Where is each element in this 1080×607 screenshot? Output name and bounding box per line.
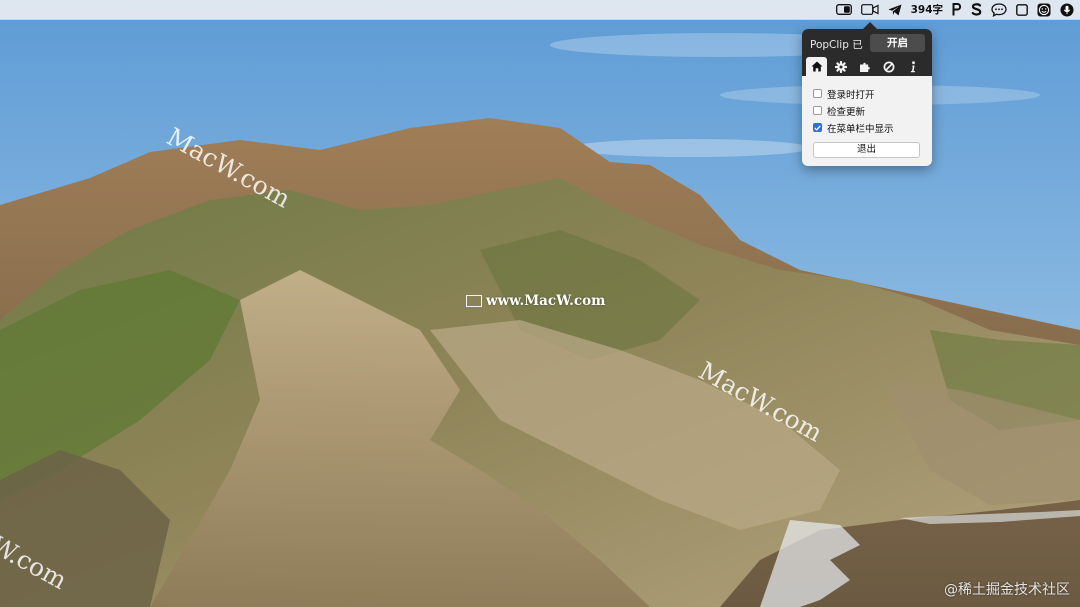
block-icon (883, 61, 894, 72)
popclip-options: 登录时打开 检查更新 在菜单栏中显示 退出 (802, 76, 932, 158)
enable-toggle-button[interactable]: 开启 (870, 34, 925, 52)
chat-icon[interactable] (991, 0, 1007, 19)
video-icon[interactable] (860, 0, 879, 19)
popclip-tab-bar (802, 57, 932, 76)
popclip-title: PopClip 已 (810, 39, 863, 51)
checkmark-icon (814, 124, 821, 131)
option-show-in-menubar[interactable]: 在菜单栏中显示 (813, 119, 932, 136)
source-credit: @稀土掘金技术社区 (944, 582, 1070, 598)
option-label: 登录时打开 (827, 89, 875, 101)
popover-arrow (863, 22, 877, 29)
gear-icon (834, 60, 847, 73)
center-watermark: www.MacW.com (466, 293, 605, 309)
tab-settings[interactable] (830, 57, 851, 76)
menu-bar-tray: 394字 (835, 0, 1074, 19)
popclip-popover: PopClip 已 开启 登录时打开 检查更新 在菜单栏中显示 退出 (802, 22, 932, 166)
option-label: 检查更新 (827, 106, 866, 118)
telegram-icon[interactable] (888, 0, 902, 19)
tab-info[interactable] (902, 57, 923, 76)
popclip-header: PopClip 已 开启 (802, 29, 932, 57)
microphone-icon[interactable] (1060, 0, 1074, 19)
open-at-login-checkbox[interactable] (813, 89, 822, 98)
popclip-panel: PopClip 已 开启 登录时打开 检查更新 在菜单栏中显示 退出 (802, 29, 932, 166)
word-count[interactable]: 394字 (911, 0, 943, 19)
option-label: 在菜单栏中显示 (827, 123, 894, 135)
tab-blocked-apps[interactable] (878, 57, 899, 76)
home-icon (811, 61, 822, 72)
info-icon (910, 60, 915, 72)
s-icon[interactable] (971, 0, 982, 19)
tab-home[interactable] (806, 57, 827, 76)
square-icon[interactable] (1016, 0, 1028, 19)
watermark-logo-icon (466, 295, 482, 307)
p-icon[interactable] (952, 0, 962, 19)
check-updates-checkbox[interactable] (813, 106, 822, 115)
puzzle-icon (859, 62, 870, 72)
center-watermark-text: www.MacW.com (486, 293, 606, 309)
popclip-icon[interactable] (835, 0, 852, 19)
menu-bar: 394字 (0, 0, 1080, 20)
emoji-icon[interactable] (1037, 0, 1051, 19)
tab-extensions[interactable] (854, 57, 875, 76)
option-check-updates[interactable]: 检查更新 (813, 102, 932, 119)
quit-button[interactable]: 退出 (813, 142, 920, 158)
show-in-menubar-checkbox[interactable] (813, 123, 822, 132)
option-open-at-login[interactable]: 登录时打开 (813, 85, 932, 102)
